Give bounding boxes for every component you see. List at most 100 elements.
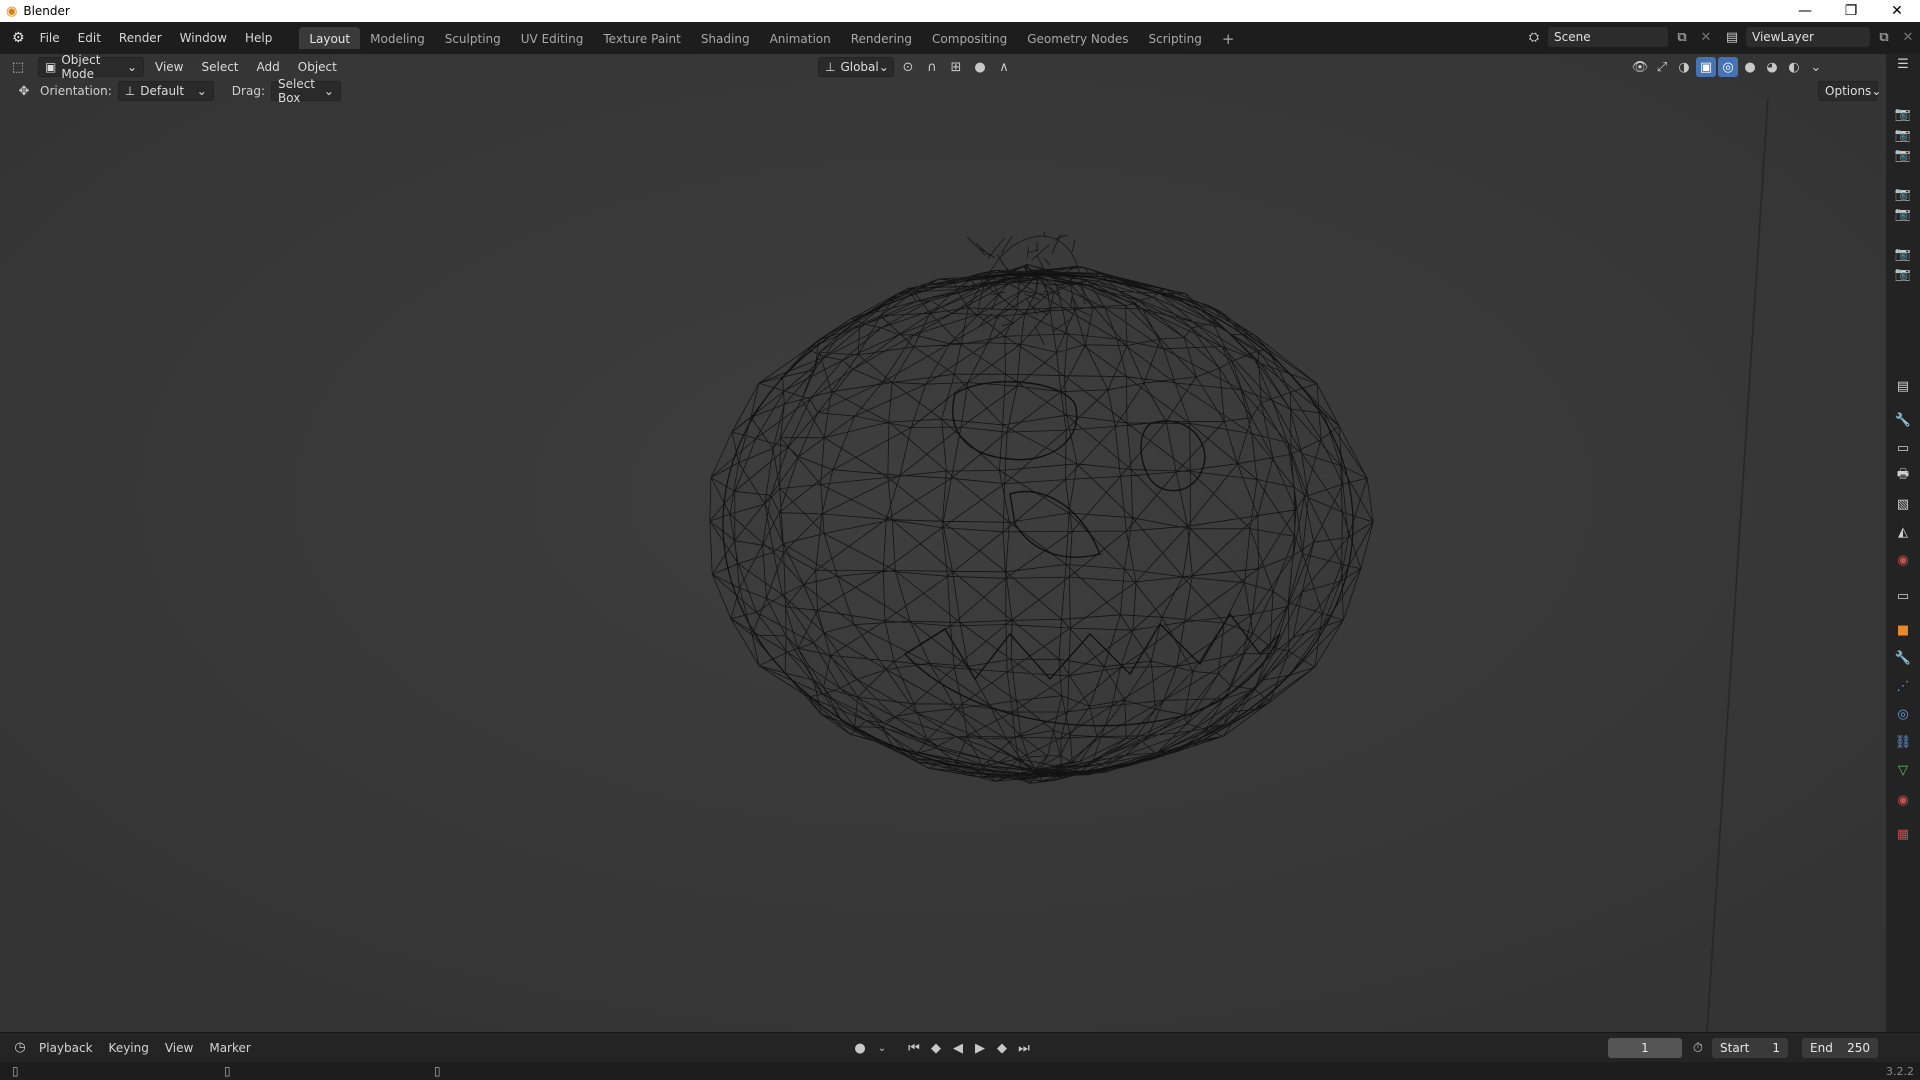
particles-properties-icon[interactable]: ⋰: [1893, 676, 1913, 696]
play-icon[interactable]: ▶: [970, 1038, 990, 1058]
options-dropdown[interactable]: Options ⌄: [1818, 81, 1881, 101]
visibility-eye-icon[interactable]: 👁: [1630, 57, 1650, 77]
current-frame-field[interactable]: 1: [1608, 1038, 1682, 1058]
material-shading-icon[interactable]: ◕: [1762, 57, 1782, 77]
object-properties-icon[interactable]: ■: [1893, 620, 1913, 640]
next-keyframe-icon[interactable]: ◆: [992, 1038, 1012, 1058]
camera-icon[interactable]: 📷: [1893, 125, 1913, 145]
mode-dropdown[interactable]: ▣ Object Mode ⌄: [38, 53, 144, 81]
tab-compositing[interactable]: Compositing: [922, 27, 1017, 49]
mouse-middle-icon: ▯: [224, 1064, 231, 1078]
prev-keyframe-icon[interactable]: ◆: [926, 1038, 946, 1058]
collection-properties-icon[interactable]: ▭: [1893, 586, 1913, 606]
stopwatch-icon[interactable]: ⏱: [1688, 1038, 1708, 1058]
world-properties-icon[interactable]: ◉: [1893, 550, 1913, 570]
end-frame-field[interactable]: End 250: [1802, 1038, 1878, 1058]
proportional-edit-icon[interactable]: ●: [970, 57, 990, 77]
scene-properties-icon[interactable]: ◭: [1893, 522, 1913, 542]
chevron-down-icon[interactable]: ⌄: [872, 1038, 892, 1058]
jump-start-icon[interactable]: ⏮: [904, 1038, 924, 1058]
menu-view[interactable]: View: [148, 60, 190, 74]
play-reverse-icon[interactable]: ◀: [948, 1038, 968, 1058]
menu-window[interactable]: Window: [171, 27, 236, 49]
new-view-layer-icon[interactable]: ⧉: [1874, 27, 1894, 47]
data-properties-icon[interactable]: ▽: [1893, 760, 1913, 780]
tab-rendering[interactable]: Rendering: [841, 27, 922, 49]
view-layer-field[interactable]: ViewLayer: [1746, 27, 1870, 47]
view-layer-properties-icon[interactable]: ▧: [1893, 494, 1913, 514]
view-layer-icon[interactable]: ▤: [1722, 27, 1742, 47]
tab-layout[interactable]: Layout: [299, 27, 361, 49]
tab-shading[interactable]: Shading: [691, 27, 760, 49]
material-properties-icon[interactable]: ◉: [1893, 790, 1913, 810]
editor-type-icon[interactable]: ⬚: [8, 57, 28, 77]
constraints-properties-icon[interactable]: ⛓: [1893, 732, 1913, 752]
maximize-button[interactable]: ❐: [1828, 0, 1874, 22]
menu-timeline-view[interactable]: View: [158, 1041, 200, 1055]
properties-editor-icon[interactable]: ▤: [1893, 376, 1913, 396]
menu-help[interactable]: Help: [236, 27, 281, 49]
minimize-button[interactable]: —: [1782, 0, 1828, 22]
menu-object[interactable]: Object: [291, 60, 344, 74]
start-frame-field[interactable]: Start 1: [1712, 1038, 1788, 1058]
orientation-dropdown[interactable]: ⊥ Default ⌄: [117, 81, 214, 101]
tab-animation[interactable]: Animation: [760, 27, 841, 49]
wireframe-mesh[interactable]: [0, 54, 1886, 1032]
camera-icon[interactable]: 📷: [1893, 244, 1913, 264]
snap-target-icon[interactable]: ⊞: [946, 57, 966, 77]
tab-scripting[interactable]: Scripting: [1138, 27, 1211, 49]
tab-modeling[interactable]: Modeling: [360, 27, 435, 49]
orientation-label: Orientation:: [40, 84, 112, 98]
rendered-shading-icon[interactable]: ◐: [1784, 57, 1804, 77]
render-properties-icon[interactable]: ▭: [1893, 438, 1913, 458]
shading-options-icon[interactable]: ⌄: [1806, 57, 1826, 77]
tab-sculpting[interactable]: Sculpting: [435, 27, 511, 49]
3d-viewport[interactable]: [0, 54, 1886, 1032]
menu-marker[interactable]: Marker: [202, 1041, 257, 1055]
delete-scene-icon[interactable]: ✕: [1696, 27, 1716, 47]
camera-icon[interactable]: 📷: [1893, 184, 1913, 204]
overlays-toggle-icon[interactable]: ◑: [1674, 57, 1694, 77]
wireframe-shading-icon[interactable]: ◎: [1718, 57, 1738, 77]
solid-shading-icon[interactable]: ●: [1740, 57, 1760, 77]
timeline-editor-icon[interactable]: ◷: [10, 1038, 30, 1058]
options-label: Options: [1825, 84, 1872, 98]
tab-uv-editing[interactable]: UV Editing: [511, 27, 594, 49]
physics-properties-icon[interactable]: ◎: [1893, 704, 1913, 724]
menu-playback[interactable]: Playback: [32, 1041, 100, 1055]
jump-end-icon[interactable]: ⏭: [1014, 1038, 1034, 1058]
menu-select[interactable]: Select: [194, 60, 245, 74]
gizmo-toggle-icon[interactable]: ⤢: [1652, 57, 1672, 77]
delete-view-layer-icon[interactable]: ✕: [1898, 27, 1918, 47]
tab-geometry-nodes[interactable]: Geometry Nodes: [1017, 27, 1138, 49]
menu-keying[interactable]: Keying: [102, 1041, 156, 1055]
new-scene-icon[interactable]: ⧉: [1672, 27, 1692, 47]
xray-toggle-icon[interactable]: ▣: [1696, 57, 1716, 77]
auto-keying-record-icon[interactable]: ●: [850, 1038, 870, 1058]
blender-menu-icon[interactable]: ⚙: [6, 30, 31, 46]
camera-icon[interactable]: 📷: [1893, 264, 1913, 284]
tool-properties-icon[interactable]: 🔧: [1893, 410, 1913, 430]
output-properties-icon[interactable]: 🖶: [1893, 466, 1913, 486]
menu-render[interactable]: Render: [110, 27, 171, 49]
camera-icon[interactable]: 📷: [1893, 145, 1913, 165]
menu-edit[interactable]: Edit: [69, 27, 110, 49]
outliner-toggle-icon[interactable]: ☰: [1893, 54, 1913, 74]
scene-icon[interactable]: ⛭: [1524, 27, 1544, 47]
pivot-point-icon[interactable]: ⊙: [898, 57, 918, 77]
menu-file[interactable]: File: [31, 27, 69, 49]
menu-add[interactable]: Add: [250, 60, 287, 74]
drag-dropdown[interactable]: Select Box ⌄: [270, 77, 341, 105]
transform-orientation-dropdown[interactable]: ⊥ Global ⌄: [818, 57, 894, 77]
falloff-curve-icon[interactable]: ∧: [994, 57, 1014, 77]
modifier-properties-icon[interactable]: 🔧: [1893, 648, 1913, 668]
close-button[interactable]: ✕: [1874, 0, 1920, 22]
snap-magnet-icon[interactable]: ∩: [922, 57, 942, 77]
camera-icon[interactable]: 📷: [1893, 204, 1913, 224]
add-workspace-button[interactable]: +: [1212, 27, 1245, 49]
scene-name-field[interactable]: Scene: [1548, 27, 1668, 47]
transform-tool-icon[interactable]: ✥: [14, 81, 34, 101]
camera-icon[interactable]: 📷: [1893, 104, 1913, 124]
tab-texture-paint[interactable]: Texture Paint: [593, 27, 690, 49]
texture-properties-icon[interactable]: ▦: [1893, 824, 1913, 844]
